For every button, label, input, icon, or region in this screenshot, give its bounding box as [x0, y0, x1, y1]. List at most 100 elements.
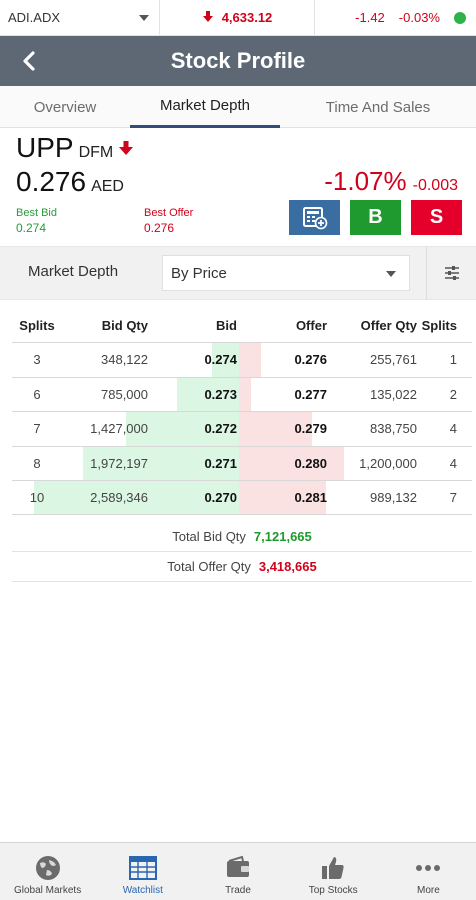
- page-title: Stock Profile: [170, 48, 306, 73]
- bid-qty-cell: 1,427,000: [90, 421, 148, 437]
- arrow-down-icon: [117, 139, 135, 162]
- offer-price-cell: 0.277: [294, 386, 327, 402]
- depth-mode-dropdown[interactable]: By Price: [162, 255, 410, 291]
- bid-price-cell: 0.271: [204, 455, 237, 471]
- chevron-down-icon: [386, 271, 396, 277]
- more-icon: [416, 865, 441, 871]
- watchlist-icon: [128, 856, 157, 880]
- symbol-line: UPP DFM: [16, 132, 135, 164]
- best-offer-value: 0.276: [144, 221, 175, 235]
- col-bid-splits: Splits: [19, 317, 55, 333]
- index-value: 4,633.12: [221, 10, 273, 25]
- market-status-dot-icon: [454, 11, 466, 24]
- bid-price-cell: 0.272: [204, 421, 237, 437]
- market-depth-table: Splits Bid Qty Bid Offer Offer Qty Split…: [12, 308, 472, 515]
- best-offer-label: Best Offer: [144, 207, 194, 219]
- tab-market-depth[interactable]: Market Depth: [130, 86, 280, 128]
- index-value-cell: 4,633.12: [160, 0, 315, 36]
- nav-label: Top Stocks: [308, 885, 358, 896]
- offer-qty-cell: 255,761: [370, 352, 417, 368]
- index-change: -1.42: [355, 10, 385, 25]
- col-offer-qty: Offer Qty: [360, 317, 417, 333]
- offer-splits-cell: 2: [449, 386, 457, 402]
- offer-price-cell: 0.280: [294, 455, 327, 471]
- stock-summary: UPP DFM 0.276 AED Best Bid 0.274 Best Of…: [0, 128, 476, 238]
- change-percent: -1.07%: [324, 166, 407, 196]
- depth-totals: Total Bid Qty 7,121,665 Total Offer Qty …: [12, 522, 472, 582]
- bid-price-cell: 0.274: [204, 352, 237, 368]
- bid-splits-cell: 6: [33, 386, 41, 402]
- col-offer-splits: Splits: [421, 317, 457, 333]
- col-bid: Bid: [216, 317, 237, 333]
- table-row[interactable]: 6 785,000 0.273 0.277 135,022 2: [12, 376, 472, 411]
- calculator-add-icon: [302, 206, 327, 229]
- col-bid-qty: Bid Qty: [101, 317, 148, 333]
- total-bid-label: Total Bid Qty: [172, 529, 246, 544]
- table-row[interactable]: 7 1,427,000 0.272 0.279 838,750 4: [12, 411, 472, 446]
- total-offer-value: 3,418,665: [258, 559, 317, 574]
- nav-label: Watchlist: [122, 885, 163, 896]
- back-button[interactable]: [14, 46, 44, 76]
- depth-options-bar: Market Depth By Price: [0, 246, 476, 300]
- globe-icon: [35, 856, 60, 880]
- bid-qty-cell: 785,000: [101, 386, 148, 402]
- bid-splits-cell: 7: [33, 421, 41, 437]
- index-change-cell: -1.42 -0.03%: [315, 10, 476, 25]
- total-bid-value: 7,121,665: [253, 529, 312, 544]
- price-line: 0.276 AED: [16, 166, 124, 198]
- tab-overview[interactable]: Overview: [0, 86, 130, 128]
- best-bid-label: Best Bid: [16, 207, 57, 219]
- offer-splits-cell: 7: [449, 489, 457, 505]
- offer-qty-cell: 989,132: [370, 489, 417, 505]
- best-bid-value: 0.274: [16, 221, 47, 235]
- bid-qty-cell: 348,122: [101, 352, 148, 368]
- bottom-navigation: Global Markets Watchlist Trade Top Stock…: [0, 842, 476, 900]
- price-currency: AED: [91, 178, 124, 195]
- tab-time-and-sales[interactable]: Time And Sales: [280, 86, 476, 128]
- buy-button[interactable]: B: [350, 200, 401, 235]
- offer-price-cell: 0.281: [294, 489, 327, 505]
- bid-splits-cell: 8: [33, 455, 41, 471]
- offer-splits-cell: 4: [449, 455, 457, 471]
- action-buttons: B S: [289, 200, 462, 235]
- tab-bar: Overview Market Depth Time And Sales: [0, 86, 476, 128]
- offer-qty-cell: 135,022: [370, 386, 417, 402]
- nav-global-markets[interactable]: Global Markets: [0, 843, 95, 900]
- nav-more[interactable]: More: [381, 843, 476, 900]
- settings-button[interactable]: [426, 247, 476, 299]
- index-ticker: ADI.ADX 4,633.12 -1.42 -0.03%: [0, 0, 476, 36]
- nav-top-stocks[interactable]: Top Stocks: [286, 843, 381, 900]
- table-row[interactable]: 3 348,122 0.274 0.276 255,761 1: [12, 342, 472, 377]
- change-value: -0.003: [412, 177, 458, 194]
- index-change-pct: -0.03%: [398, 10, 440, 25]
- best-offer: Best Offer 0.276: [144, 206, 193, 236]
- depth-options-label: Market Depth: [28, 263, 119, 280]
- nav-trade[interactable]: Trade: [190, 843, 285, 900]
- table-row[interactable]: 10 2,589,346 0.270 0.281 989,132 7: [12, 480, 472, 515]
- table-row[interactable]: 8 1,972,197 0.271 0.280 1,200,000 4: [12, 445, 472, 480]
- add-alert-button[interactable]: [289, 200, 340, 235]
- table-header: Splits Bid Qty Bid Offer Offer Qty Split…: [12, 308, 472, 342]
- nav-label: Global Markets: [13, 885, 82, 896]
- total-bid-row: Total Bid Qty 7,121,665: [12, 522, 472, 552]
- offer-qty-cell: 1,200,000: [359, 455, 417, 471]
- arrow-down-icon: [202, 10, 214, 26]
- best-bid: Best Bid 0.274: [16, 206, 57, 236]
- offer-splits-cell: 1: [449, 352, 457, 368]
- col-offer: Offer: [295, 317, 327, 333]
- last-price: 0.276: [16, 166, 87, 197]
- bid-price-cell: 0.270: [204, 489, 237, 505]
- thumbs-up-icon: [322, 857, 344, 879]
- bid-qty-cell: 1,972,197: [90, 455, 148, 471]
- sell-button[interactable]: S: [411, 200, 462, 235]
- chevron-down-icon: [139, 14, 149, 21]
- price-change: -1.07% -0.003: [324, 166, 458, 197]
- total-offer-row: Total Offer Qty 3,418,665: [12, 552, 472, 582]
- offer-price-cell: 0.279: [294, 421, 327, 437]
- nav-watchlist[interactable]: Watchlist: [95, 843, 190, 900]
- nav-label: Trade: [225, 885, 251, 896]
- bid-qty-cell: 2,589,346: [90, 489, 148, 505]
- index-selector[interactable]: ADI.ADX: [0, 0, 160, 36]
- app-header: Stock Profile: [0, 36, 476, 86]
- bid-price-cell: 0.273: [204, 386, 237, 402]
